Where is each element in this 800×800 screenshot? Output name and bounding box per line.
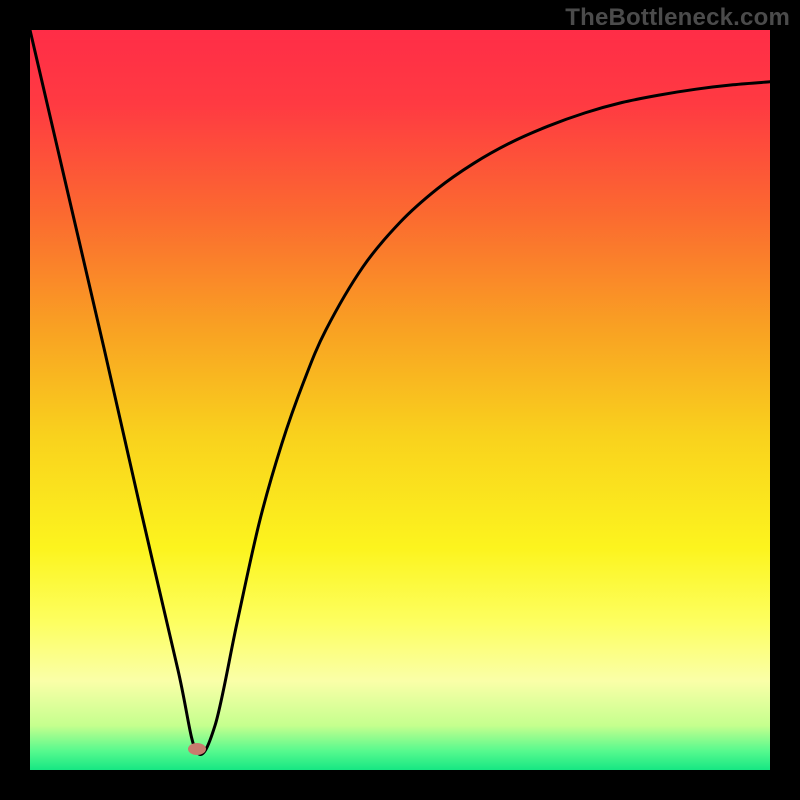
chart-frame: TheBottleneck.com	[0, 0, 800, 800]
watermark-text: TheBottleneck.com	[565, 4, 790, 32]
optimal-marker-icon	[188, 743, 206, 755]
plot-svg	[30, 30, 770, 770]
gradient-background	[30, 30, 770, 770]
plot-area	[30, 30, 770, 770]
